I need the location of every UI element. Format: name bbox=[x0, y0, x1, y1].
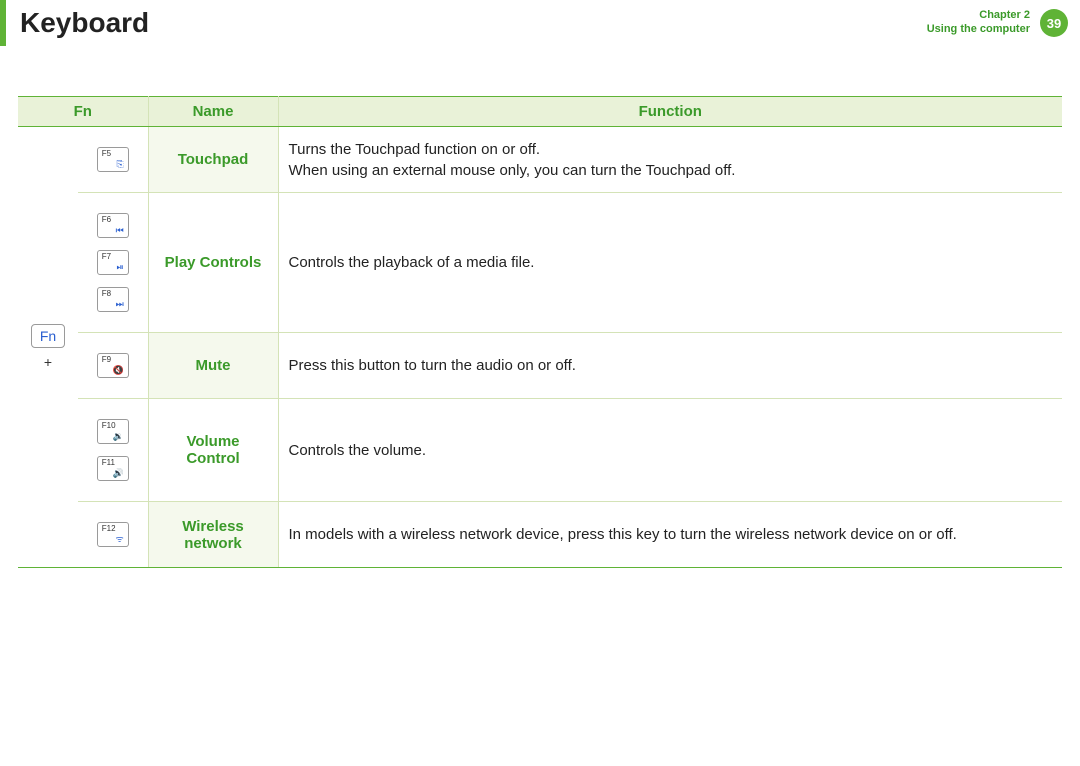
chapter-line2: Using the computer bbox=[927, 23, 1030, 37]
table-row: Fn+ F5⎘ Touchpad Turns the Touchpad func… bbox=[18, 127, 1062, 193]
next-icon: ⏭ bbox=[102, 300, 124, 309]
key-f11: F11🔊 bbox=[97, 456, 129, 481]
chapter-text: Chapter 2 Using the computer bbox=[927, 9, 1030, 37]
wifi-icon: ᯤ bbox=[102, 535, 124, 544]
function-playcontrols: Controls the playback of a media file. bbox=[278, 193, 1062, 333]
function-wireless: In models with a wireless network device… bbox=[278, 502, 1062, 568]
name-volume: Volume Control bbox=[148, 399, 278, 502]
header-name: Name bbox=[148, 97, 278, 127]
chapter-info: Chapter 2 Using the computer 39 bbox=[927, 9, 1068, 37]
key-cell: F6⏮ F7⏯ F8⏭ bbox=[78, 193, 148, 333]
volup-icon: 🔊 bbox=[102, 469, 124, 478]
touchpad-icon: ⎘ bbox=[102, 160, 124, 169]
voldown-icon: 🔉 bbox=[102, 432, 124, 441]
fn-key: Fn bbox=[31, 324, 65, 348]
key-f5: F5⎘ bbox=[97, 147, 129, 172]
playpause-icon: ⏯ bbox=[102, 263, 124, 272]
prev-icon: ⏮ bbox=[102, 226, 124, 235]
content-area: Fn Name Function Fn+ F5⎘ Touchpad Turns … bbox=[0, 46, 1080, 568]
key-f8: F8⏭ bbox=[97, 287, 129, 312]
name-touchpad: Touchpad bbox=[148, 127, 278, 193]
header-function: Function bbox=[278, 97, 1062, 127]
table-row: F9🔇 Mute Press this button to turn the a… bbox=[18, 333, 1062, 399]
key-f12: F12ᯤ bbox=[97, 522, 129, 547]
table-row: F6⏮ F7⏯ F8⏭ Play Controls Controls the p… bbox=[18, 193, 1062, 333]
key-cell: F5⎘ bbox=[78, 127, 148, 193]
key-f7: F7⏯ bbox=[97, 250, 129, 275]
fn-key-table: Fn Name Function Fn+ F5⎘ Touchpad Turns … bbox=[18, 96, 1062, 568]
key-f6: F6⏮ bbox=[97, 213, 129, 238]
name-playcontrols: Play Controls bbox=[148, 193, 278, 333]
key-f10: F10🔉 bbox=[97, 419, 129, 444]
name-wireless: Wireless network bbox=[148, 502, 278, 568]
key-cell: F9🔇 bbox=[78, 333, 148, 399]
chapter-line1: Chapter 2 bbox=[927, 9, 1030, 23]
function-touchpad: Turns the Touchpad function on or off. W… bbox=[278, 127, 1062, 193]
page-header: Keyboard Chapter 2 Using the computer 39 bbox=[0, 0, 1080, 46]
function-volume: Controls the volume. bbox=[278, 399, 1062, 502]
plus-icon: + bbox=[40, 354, 56, 370]
key-f9: F9🔇 bbox=[97, 353, 129, 378]
key-cell: F12ᯤ bbox=[78, 502, 148, 568]
table-row: F12ᯤ Wireless network In models with a w… bbox=[18, 502, 1062, 568]
function-mute: Press this button to turn the audio on o… bbox=[278, 333, 1062, 399]
key-cell: F10🔉 F11🔊 bbox=[78, 399, 148, 502]
mute-icon: 🔇 bbox=[102, 366, 124, 375]
fn-combo-cell: Fn + bbox=[18, 127, 78, 568]
name-mute: Mute bbox=[148, 333, 278, 399]
header-fn: Fn bbox=[18, 97, 148, 127]
page-number-badge: 39 bbox=[1040, 9, 1068, 37]
page-title: Keyboard bbox=[6, 7, 149, 39]
table-row: F10🔉 F11🔊 Volume Control Controls the vo… bbox=[18, 399, 1062, 502]
